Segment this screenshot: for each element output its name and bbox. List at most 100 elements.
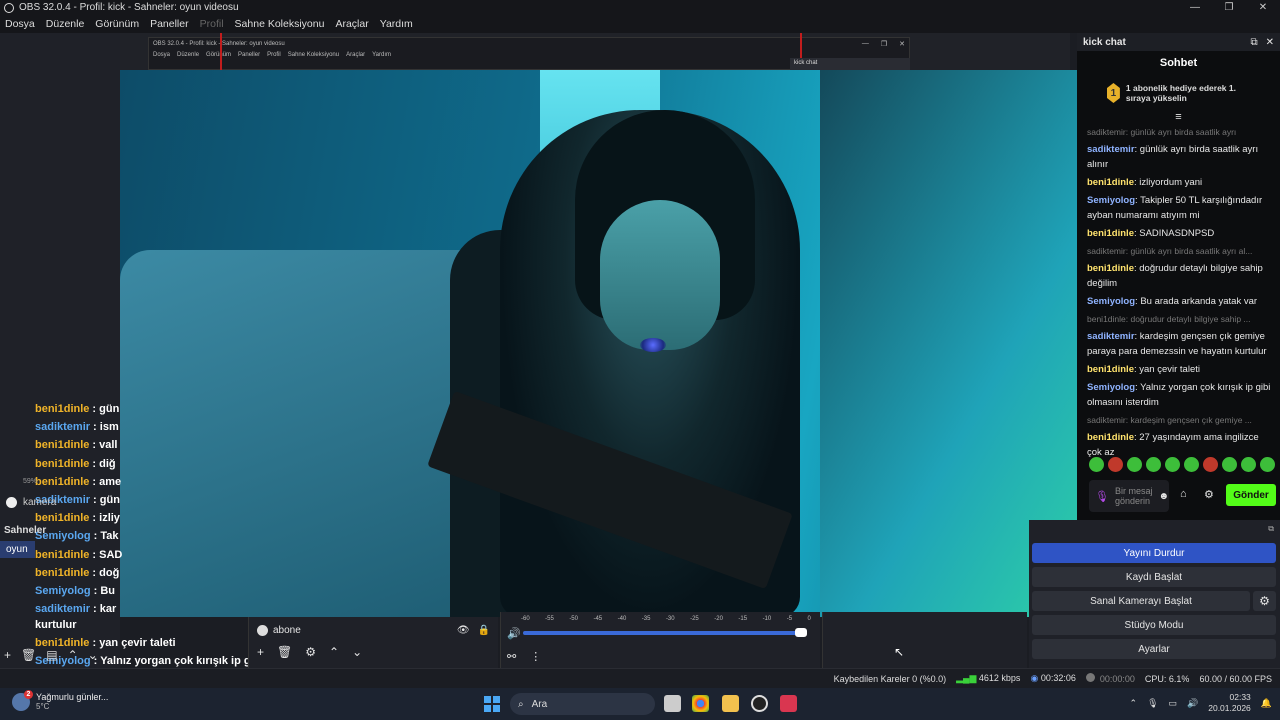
emote-icon[interactable] xyxy=(1146,457,1161,472)
audio-mixer: -60 -55 -50 -45 -40 -35 -30 -25 -20 -15 … xyxy=(500,612,820,668)
send-button[interactable]: Gönder xyxy=(1226,484,1276,506)
volume-slider-knob[interactable] xyxy=(795,628,807,637)
emote-icon[interactable] xyxy=(1222,457,1237,472)
chat-overlay-username: beni1dinle xyxy=(35,439,90,452)
chat-username[interactable]: beni1dinle xyxy=(1087,364,1134,375)
emote-icon[interactable] xyxy=(1089,457,1104,472)
menu-paneller[interactable]: Paneller xyxy=(150,18,189,30)
weather-title: Yağmurlu günler... xyxy=(36,692,109,702)
move-up-icon[interactable]: ⌃ xyxy=(68,648,78,662)
emote-icon[interactable] xyxy=(1165,457,1180,472)
scenes-toolbar: + 🗑 ▤ ⌃ ⌄ xyxy=(4,648,98,662)
app-taskbar-icon[interactable] xyxy=(780,695,797,712)
studio-mode-button[interactable]: Stüdyo Modu xyxy=(1032,615,1276,635)
chat-username[interactable]: Semiyolog xyxy=(1087,195,1135,206)
close-icon[interactable]: ✕ xyxy=(1266,37,1274,48)
start-button[interactable] xyxy=(484,696,500,712)
scene-filter-icon[interactable]: ▤ xyxy=(46,648,57,662)
emote-icon[interactable] xyxy=(1108,457,1123,472)
source-row-abone[interactable]: abone 👁 🔒 xyxy=(249,617,498,643)
settings-button[interactable]: Ayarlar xyxy=(1032,639,1276,659)
kick-chat-dock-header: kick chat ⧉ ✕ xyxy=(1077,33,1280,51)
file-explorer-icon[interactable] xyxy=(722,695,739,712)
chat-overlay-username: beni1dinle xyxy=(35,566,90,579)
add-source-icon[interactable]: + xyxy=(257,645,264,659)
mixer-menu-icon[interactable]: ⋮ xyxy=(530,650,541,663)
chat-message: beni1dinle: SADINASDNPSD xyxy=(1087,226,1275,241)
mic-icon[interactable]: 🎙 xyxy=(1095,490,1109,503)
filter-icon[interactable]: ≡ xyxy=(1077,111,1280,123)
nested-menu-item: Paneller xyxy=(238,52,261,58)
controls-dock-header: ⧉ xyxy=(1029,520,1280,540)
menu-sahne-koleksiyonu[interactable]: Sahne Koleksiyonu xyxy=(235,18,325,30)
source-settings-icon[interactable]: ⚙ xyxy=(305,645,316,659)
remove-source-icon[interactable]: 🗑 xyxy=(277,645,292,659)
chat-username[interactable]: beni1dinle xyxy=(1087,263,1134,274)
virtual-camera-settings-icon[interactable]: ⚙ xyxy=(1253,591,1276,611)
start-record-button[interactable]: Kaydı Başlat xyxy=(1032,567,1276,587)
undock-icon[interactable]: ⧉ xyxy=(1268,524,1274,536)
emote-icon[interactable] xyxy=(1260,457,1275,472)
scene-item-oyun[interactable]: oyun xyxy=(0,541,35,558)
tray-mic-icon[interactable]: 🎙 xyxy=(1147,698,1158,709)
menu-dosya[interactable]: Dosya xyxy=(5,18,35,30)
emote-icon[interactable] xyxy=(1241,457,1256,472)
chat-username[interactable]: Semiyolog xyxy=(1087,296,1135,307)
remove-scene-icon[interactable]: 🗑 xyxy=(21,648,36,662)
meter-tick: -5 xyxy=(786,616,793,622)
source-down-icon[interactable]: ⌄ xyxy=(352,645,362,659)
maximize-button[interactable]: ❐ xyxy=(1212,0,1246,15)
weather-widget[interactable]: 2 Yağmurlu günler... 5°C xyxy=(12,689,109,711)
gift-icon[interactable]: ⌂ xyxy=(1180,488,1187,500)
task-view-icon[interactable] xyxy=(664,695,681,712)
close-button[interactable]: ✕ xyxy=(1246,0,1280,15)
chat-username[interactable]: beni1dinle xyxy=(1087,432,1134,443)
menu-yardim[interactable]: Yardım xyxy=(380,18,413,30)
camera-source-icon xyxy=(6,497,17,508)
meter-tick: -15 xyxy=(738,616,748,622)
menu-duzenle[interactable]: Düzenle xyxy=(46,18,85,30)
emote-icon[interactable] xyxy=(1127,457,1142,472)
volume-slider-track[interactable] xyxy=(523,631,805,635)
start-virtual-camera-button[interactable]: Sanal Kamerayı Başlat xyxy=(1032,591,1250,611)
obs-taskbar-icon[interactable] xyxy=(751,695,768,712)
chat-username[interactable]: beni1dinle xyxy=(1087,228,1134,239)
move-down-icon[interactable]: ⌄ xyxy=(88,648,98,662)
chat-overlay-username: beni1dinle xyxy=(35,457,90,470)
chat-input[interactable]: 🎙 Bir mesaj gönderin ☻ xyxy=(1089,480,1169,512)
emoji-icon[interactable]: ☻ xyxy=(1158,491,1169,502)
minimize-button[interactable]: — xyxy=(1178,0,1212,15)
menu-profil[interactable]: Profil xyxy=(200,18,224,30)
emote-icon[interactable] xyxy=(1184,457,1199,472)
stop-stream-button[interactable]: Yayını Durdur xyxy=(1032,543,1276,563)
chat-text: : SADINASDNPSD xyxy=(1133,228,1215,239)
chat-text: : izliyordum yani xyxy=(1133,177,1203,188)
camera-preview[interactable] xyxy=(120,70,1090,617)
subscription-banner[interactable]: 1 1 abonelik hediye ederek 1. sıraya yük… xyxy=(1077,79,1280,107)
kick-chat-dock: kick chat ⧉ ✕ Sohbet 1 1 abonelik hediye … xyxy=(1077,33,1280,520)
source-kamera[interactable]: kamera xyxy=(6,497,56,508)
volume-speaker-icon[interactable]: 🔊 xyxy=(507,627,521,640)
chat-username[interactable]: beni1dinle xyxy=(1087,177,1134,188)
chat-settings-icon[interactable]: ⚙ xyxy=(1204,488,1214,501)
tray-chevron-icon[interactable]: ⌃ xyxy=(1130,698,1138,709)
notification-bell-icon[interactable]: 🔔 xyxy=(1261,698,1272,709)
visibility-eye-icon[interactable]: 👁 xyxy=(457,625,470,636)
chat-username[interactable]: sadiktemir xyxy=(1087,144,1135,155)
clock[interactable]: 02:33 20.01.2026 xyxy=(1208,692,1251,714)
chrome-icon[interactable] xyxy=(692,695,709,712)
chat-username[interactable]: Semiyolog xyxy=(1087,382,1135,393)
chat-username[interactable]: sadiktemir xyxy=(1087,331,1135,342)
source-up-icon[interactable]: ⌃ xyxy=(329,645,339,659)
mixer-link-icon[interactable]: ⚯ xyxy=(507,650,516,663)
taskbar-search[interactable]: ⌕ Ara xyxy=(510,693,655,715)
volume-icon[interactable]: 🔊 xyxy=(1187,698,1198,709)
menu-araclar[interactable]: Araçlar xyxy=(335,18,368,30)
network-icon[interactable]: ▭ xyxy=(1169,698,1178,709)
menu-gorunum[interactable]: Görünüm xyxy=(95,18,139,30)
lock-icon[interactable]: 🔒 xyxy=(478,625,490,636)
undock-icon[interactable]: ⧉ xyxy=(1250,37,1257,48)
add-scene-icon[interactable]: + xyxy=(4,648,11,662)
chat-overlay-message: doğ xyxy=(99,566,120,579)
emote-icon[interactable] xyxy=(1203,457,1218,472)
